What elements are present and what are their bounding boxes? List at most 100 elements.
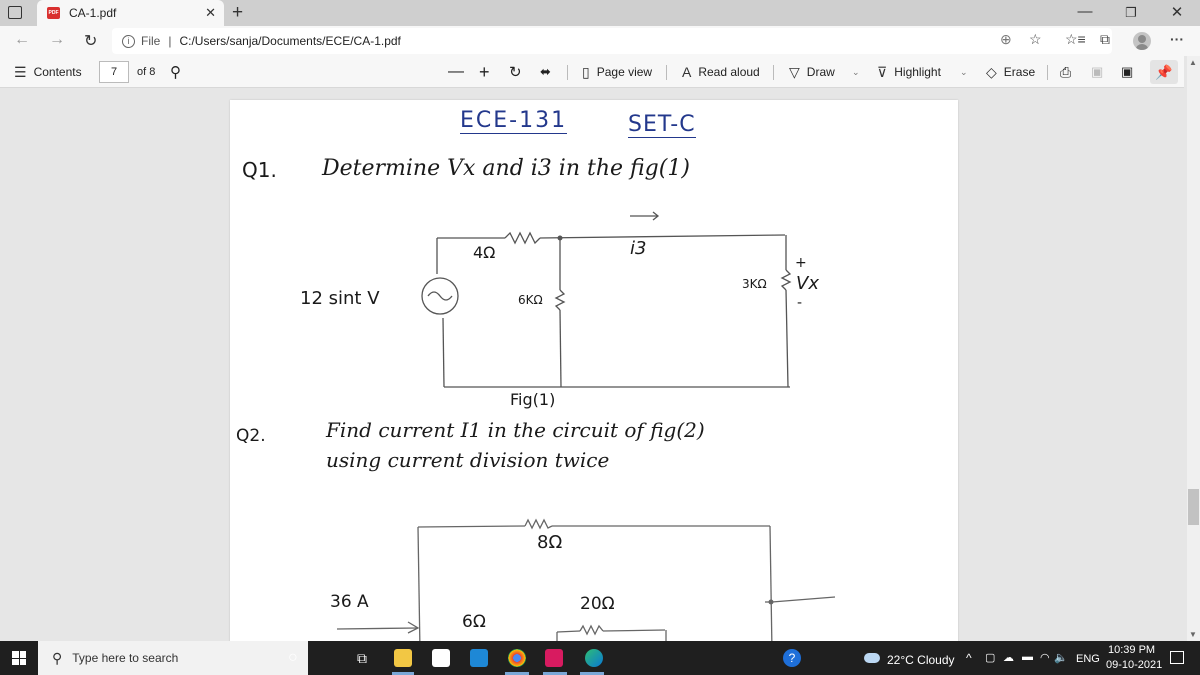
weather-text[interactable]: 22°C Cloudy: [887, 653, 955, 667]
pdf-toolbar: ☰ Contents 7 of 8 ⚲ — + ↻ ⬌ ▯ Page view …: [0, 56, 1184, 88]
rotate-icon[interactable]: ↻: [509, 56, 522, 88]
info-icon[interactable]: i: [122, 34, 135, 48]
source-current-arrow: [336, 627, 419, 630]
erase-label: Erase: [1003, 65, 1036, 79]
close-tab-icon[interactable]: ✕: [205, 5, 216, 21]
minimize-button[interactable]: —: [1062, 3, 1108, 20]
add-favorite-icon[interactable]: ☆: [1029, 31, 1042, 48]
find-icon[interactable]: ⚲: [170, 56, 181, 88]
resistor-20ohm: [579, 624, 604, 636]
zoom-in-button[interactable]: +: [479, 56, 490, 88]
cloud-weather-icon: [864, 653, 880, 663]
show-hidden-icons-chevron[interactable]: ^: [966, 651, 972, 665]
contents-button[interactable]: ☰ Contents: [14, 56, 82, 88]
maximize-button[interactable]: ❐: [1108, 5, 1154, 21]
figure-2-circuit: [336, 518, 836, 653]
contents-label: Contents: [33, 65, 82, 79]
resistor-8ohm: [524, 518, 553, 530]
vertical-scrollbar[interactable]: ▲ ▼: [1187, 56, 1200, 641]
chrome-icon[interactable]: [508, 649, 526, 667]
more-icon[interactable]: ···: [1170, 31, 1184, 47]
profile-avatar[interactable]: [1133, 32, 1151, 50]
microsoft-store-icon[interactable]: [432, 649, 450, 667]
list-icon: ☰: [14, 63, 27, 80]
read-aloud-icon: A: [682, 64, 692, 80]
address-bar[interactable]: i File | C:/Users/sanja/Documents/ECE/CA…: [112, 28, 1112, 54]
pdf-file-icon: PDF: [47, 7, 60, 19]
resistor-label-6ohm: 6Ω: [462, 612, 486, 632]
pin-toolbar-icon[interactable]: 📌: [1150, 60, 1178, 84]
wire: [602, 629, 666, 632]
onedrive-icon[interactable]: ☁: [1003, 651, 1014, 664]
tab-actions-icon[interactable]: [8, 6, 22, 19]
zoom-icon[interactable]: ⊕: [1000, 31, 1012, 48]
eraser-icon: ◇: [986, 63, 997, 80]
scroll-down-arrow[interactable]: ▼: [1189, 630, 1197, 639]
address-separator: |: [168, 34, 172, 48]
toolbar-divider: [666, 65, 667, 80]
back-icon[interactable]: ←: [14, 31, 30, 49]
zoom-out-button[interactable]: —: [448, 56, 464, 88]
highlight-options-chevron[interactable]: ⌄: [960, 56, 968, 88]
help-icon[interactable]: ?: [783, 649, 801, 667]
meet-now-icon[interactable]: ▢: [985, 651, 995, 664]
taskbar-search-box[interactable]: ⚲ Type here to search: [38, 641, 308, 675]
erase-button[interactable]: ◇ Erase: [986, 56, 1035, 88]
wire: [769, 525, 773, 653]
pdf-page: ECE-131 SET-C Q1. Determine Vx and i3 in…: [230, 100, 958, 660]
tab-title: CA-1.pdf: [69, 6, 117, 20]
draw-options-chevron[interactable]: ⌄: [852, 56, 860, 88]
search-placeholder: Type here to search: [72, 651, 179, 665]
save-icon[interactable]: ▣: [1091, 56, 1103, 88]
clock-time[interactable]: 10:39 PM: [1108, 644, 1155, 656]
volume-icon[interactable]: 🔈: [1054, 651, 1068, 664]
action-center-icon[interactable]: [1170, 651, 1184, 664]
highlight-button[interactable]: ⊽ Highlight: [877, 56, 941, 88]
highlight-icon: ⊽: [877, 63, 888, 80]
scroll-thumb[interactable]: [1188, 489, 1199, 525]
new-tab-button[interactable]: +: [232, 2, 243, 24]
file-explorer-icon[interactable]: [394, 649, 412, 667]
address-url[interactable]: C:/Users/sanja/Documents/ECE/CA-1.pdf: [179, 34, 400, 48]
wifi-icon[interactable]: ◠: [1040, 651, 1050, 664]
resistor-label-8ohm: 8Ω: [537, 532, 563, 553]
mail-icon[interactable]: [470, 649, 488, 667]
source-current-label: 36 A: [330, 592, 369, 612]
task-view-icon[interactable]: ⧉: [357, 650, 367, 667]
toolbar-divider: [1047, 65, 1048, 80]
close-window-button[interactable]: ✕: [1154, 3, 1200, 21]
navigation-bar: ← → ↻ i File | C:/Users/sanja/Documents/…: [0, 26, 1200, 56]
app-icon[interactable]: [545, 649, 563, 667]
favorites-icon[interactable]: ☆≡: [1065, 31, 1086, 48]
refresh-icon[interactable]: ↻: [84, 31, 97, 51]
read-aloud-button[interactable]: A Read aloud: [682, 56, 760, 88]
tab-strip: PDF CA-1.pdf ✕ + — ❐ ✕: [0, 0, 1200, 26]
language-indicator[interactable]: ENG: [1076, 653, 1100, 665]
scroll-up-arrow[interactable]: ▲: [1189, 58, 1197, 67]
windows-taskbar: ⚲ Type here to search ○ ⧉ ? 22°C Cloudy …: [0, 641, 1200, 675]
save-as-icon[interactable]: ▣: [1121, 56, 1133, 88]
junction-node: [768, 599, 774, 605]
draw-label: Draw: [806, 65, 835, 79]
output-wire: [771, 596, 836, 603]
wire: [417, 526, 421, 653]
draw-button[interactable]: ▽ Draw: [789, 56, 835, 88]
windows-start-icon[interactable]: [12, 651, 26, 665]
forward-icon[interactable]: →: [49, 31, 65, 49]
resistor-label-20ohm: 20Ω: [580, 594, 615, 614]
cortana-icon[interactable]: ○: [288, 649, 298, 667]
collections-icon[interactable]: ⧉: [1100, 31, 1110, 48]
battery-icon[interactable]: ▬: [1022, 651, 1033, 663]
clock-date[interactable]: 09-10-2021: [1106, 659, 1162, 671]
page-view-label: Page view: [596, 65, 653, 79]
toolbar-divider: [773, 65, 774, 80]
wire: [417, 525, 526, 528]
print-icon[interactable]: ⎙: [1060, 56, 1071, 88]
page-view-button[interactable]: ▯ Page view: [582, 56, 652, 88]
page-total: of 8: [137, 66, 156, 78]
wire: [556, 630, 581, 633]
page-number-input[interactable]: 7: [99, 61, 129, 83]
edge-icon[interactable]: [585, 649, 603, 667]
tab-ca1-pdf[interactable]: PDF CA-1.pdf ✕: [37, 0, 224, 26]
fit-width-icon[interactable]: ⬌: [540, 56, 551, 88]
